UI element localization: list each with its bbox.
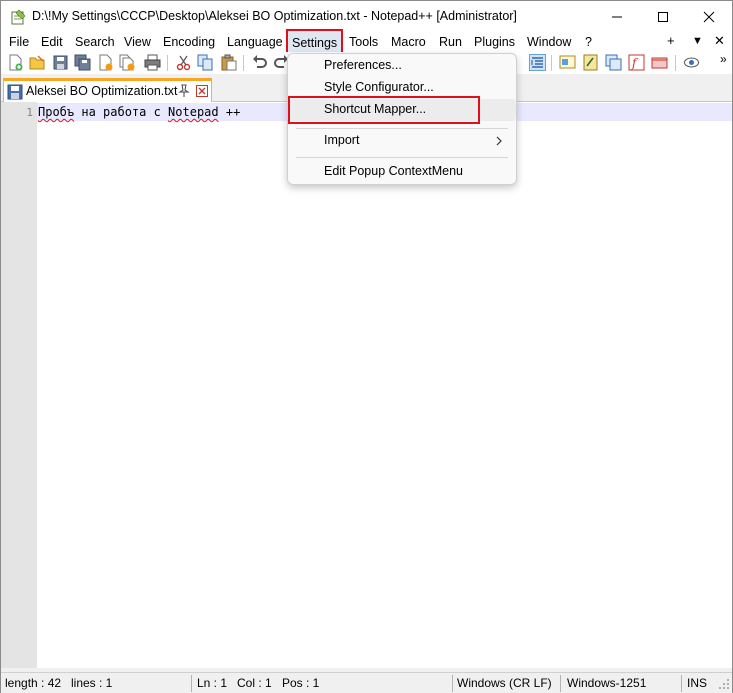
chevron-right-icon — [495, 135, 503, 146]
cut-icon[interactable] — [175, 54, 192, 71]
menu-plugins[interactable]: Plugins — [474, 34, 515, 50]
paste-icon[interactable] — [220, 54, 237, 71]
close-file-icon[interactable] — [97, 54, 114, 71]
save-icon[interactable] — [52, 54, 69, 71]
add-tab-icon[interactable]: + — [667, 33, 675, 48]
close-all-icon[interactable] — [119, 54, 136, 71]
notepadpp-app-icon — [10, 9, 26, 25]
menu-run[interactable]: Run — [439, 34, 462, 50]
tab-aleksei-bo-optimization[interactable]: Aleksei BO Optimization.txt — [3, 78, 212, 103]
menu-item-preferences[interactable]: Preferences... — [288, 55, 516, 77]
open-file-icon[interactable] — [29, 54, 46, 71]
function-icon[interactable]: f — [628, 54, 645, 71]
menu-item-label: Import — [324, 133, 360, 147]
menu-macro[interactable]: Macro — [391, 34, 426, 50]
close-button[interactable] — [686, 1, 732, 32]
menu-separator — [296, 128, 508, 129]
save-all-icon[interactable] — [74, 54, 91, 71]
status-divider — [560, 675, 561, 692]
text-segment: на работа с — [74, 105, 169, 119]
status-bar: length : 42 lines : 1 Ln : 1 Col : 1 Pos… — [1, 672, 732, 693]
tab-label: Aleksei BO Optimization.txt — [26, 84, 178, 98]
undo-icon[interactable] — [251, 54, 268, 71]
copy-icon[interactable] — [197, 54, 214, 71]
maximize-button[interactable] — [640, 1, 686, 32]
menu-item-import[interactable]: Import — [288, 130, 516, 152]
pin-icon[interactable] — [178, 84, 190, 98]
minimize-icon — [611, 11, 623, 23]
notepadpp-window: D:\!My Settings\CCCP\Desktop\Aleksei BO … — [0, 0, 733, 693]
editor-area[interactable]: 1 Пробъ на работа с Notepad ++ — [1, 102, 732, 668]
toolbar-separator — [675, 55, 676, 71]
status-lines: lines : 1 — [71, 676, 113, 690]
minimize-button[interactable] — [594, 1, 640, 32]
folder-workspace-icon[interactable] — [605, 54, 622, 71]
indent-guide-icon[interactable] — [529, 54, 546, 71]
tab-list-dropdown-icon[interactable]: ▼ — [692, 35, 703, 47]
menu-help[interactable]: ? — [585, 34, 592, 50]
menu-window[interactable]: Window — [527, 34, 571, 50]
window-title: D:\!My Settings\CCCP\Desktop\Aleksei BO … — [32, 9, 517, 23]
status-column: Col : 1 — [237, 676, 272, 690]
document-map-icon[interactable] — [559, 54, 576, 71]
menu-edit[interactable]: Edit — [41, 34, 63, 50]
highlight-box — [288, 96, 480, 124]
toolbar-separator — [243, 55, 244, 71]
settings-dropdown-menu: Preferences... Style Configurator... Sho… — [287, 53, 517, 185]
function-list-icon[interactable] — [582, 54, 599, 71]
eye-icon[interactable] — [683, 54, 700, 71]
text-segment: ++ — [218, 105, 241, 119]
status-divider — [452, 675, 453, 692]
close-icon — [703, 11, 715, 23]
menu-encoding[interactable]: Encoding — [163, 34, 215, 50]
status-insert-mode[interactable]: INS — [687, 676, 707, 690]
title-bar: D:\!My Settings\CCCP\Desktop\Aleksei BO … — [1, 1, 732, 32]
resize-grip-icon[interactable] — [718, 678, 730, 690]
maximize-icon — [657, 11, 669, 23]
menu-item-edit-popup-contextmenu[interactable]: Edit Popup ContextMenu — [288, 161, 516, 183]
menu-tools[interactable]: Tools — [349, 34, 378, 50]
status-eol-format[interactable]: Windows (CR LF) — [457, 676, 552, 690]
status-divider — [191, 675, 192, 692]
status-position: Pos : 1 — [282, 676, 320, 690]
menu-file[interactable]: File — [9, 34, 29, 50]
toolbar-separator — [167, 55, 168, 71]
menu-language[interactable]: Language — [227, 34, 283, 50]
save-icon — [7, 84, 23, 100]
menu-item-label: Preferences... — [324, 58, 402, 72]
status-divider — [681, 675, 682, 692]
misspelled-word: Notepad — [168, 105, 219, 119]
new-file-icon[interactable] — [7, 54, 24, 71]
menu-item-label: Style Configurator... — [324, 80, 434, 94]
status-length: length : 42 — [5, 676, 62, 690]
monitoring-icon[interactable] — [651, 54, 668, 71]
close-tab-icon[interactable] — [196, 85, 208, 97]
menu-item-label: Edit Popup ContextMenu — [324, 164, 463, 178]
toolbar-separator — [551, 55, 552, 71]
line-number: 1 — [26, 106, 33, 119]
toolbar-overflow-icon[interactable]: » — [720, 52, 727, 66]
print-icon[interactable] — [144, 54, 161, 71]
menu-bar: File Edit Search View Encoding Language … — [1, 29, 732, 56]
menu-view[interactable]: View — [124, 34, 151, 50]
editor-line[interactable]: Пробъ на работа с Notepad ++ — [38, 105, 240, 119]
menu-separator — [296, 157, 508, 158]
line-number-gutter: 1 — [1, 102, 37, 668]
misspelled-word: Пробъ — [38, 105, 75, 119]
menu-search[interactable]: Search — [75, 34, 115, 50]
close-doc-icon[interactable]: ✕ — [714, 33, 725, 49]
status-encoding[interactable]: Windows-1251 — [567, 676, 646, 690]
status-line-number: Ln : 1 — [197, 676, 228, 690]
